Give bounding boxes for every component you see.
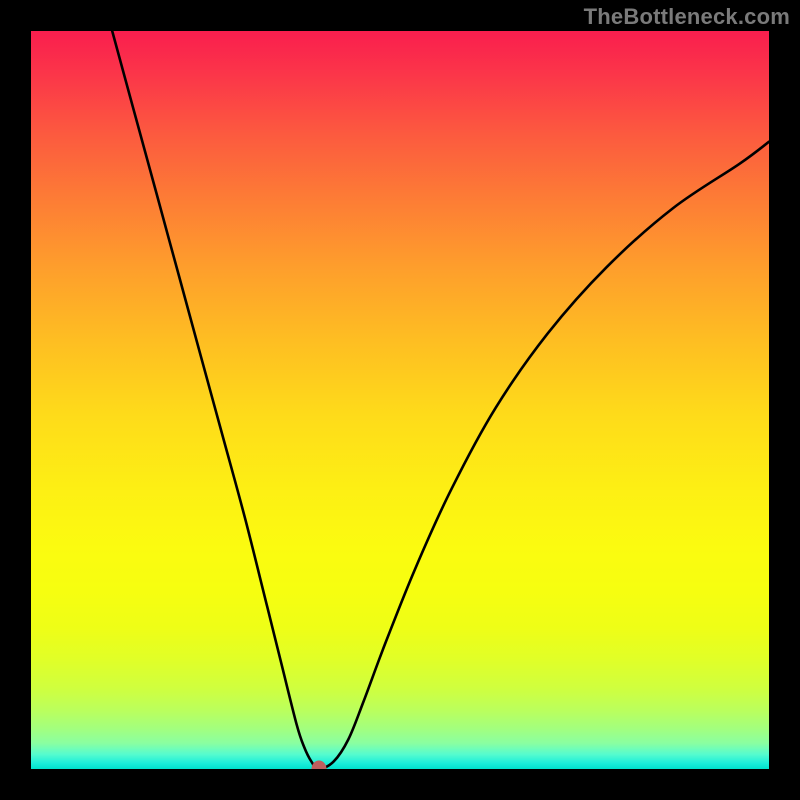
gradient-background <box>31 31 769 769</box>
plot-area <box>31 31 769 769</box>
chart-frame: TheBottleneck.com <box>0 0 800 800</box>
attribution-text: TheBottleneck.com <box>584 4 790 30</box>
